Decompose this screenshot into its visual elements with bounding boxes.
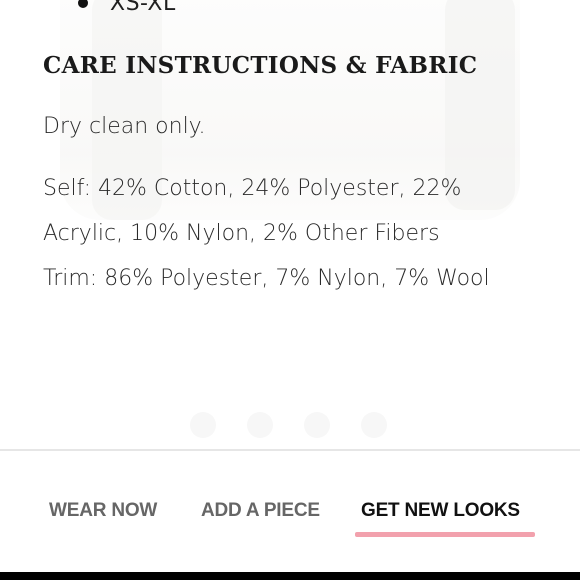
carousel-dot[interactable] — [247, 412, 273, 438]
tab-add-a-piece[interactable]: ADD A PIECE — [201, 500, 320, 522]
bottom-bar — [0, 572, 580, 580]
fabric-self-text: Self: 42% Cotton, 24% Polyester, 22% Acr… — [43, 176, 462, 246]
style-tabs: WEAR NOW ADD A PIECE GET NEW LOOKS — [0, 452, 580, 572]
active-tab-indicator — [355, 532, 535, 537]
care-cleaning-text: Dry clean only. — [43, 114, 206, 139]
carousel-indicators — [190, 412, 387, 438]
tab-get-new-looks[interactable]: GET NEW LOOKS — [361, 500, 520, 522]
carousel-dot[interactable] — [190, 412, 216, 438]
tab-wear-now[interactable]: WEAR NOW — [49, 500, 157, 522]
fabric-trim-text: Trim: 86% Polyester, 7% Nylon, 7% Wool — [43, 266, 490, 291]
carousel-dot[interactable] — [361, 412, 387, 438]
bullet-icon — [78, 0, 88, 8]
care-section-title: CARE INSTRUCTIONS & FABRIC — [43, 52, 478, 79]
size-range-text: XS-XL — [110, 0, 176, 16]
carousel-dot[interactable] — [304, 412, 330, 438]
size-list-item: XS-XL — [78, 0, 176, 16]
tab-divider — [0, 449, 580, 451]
